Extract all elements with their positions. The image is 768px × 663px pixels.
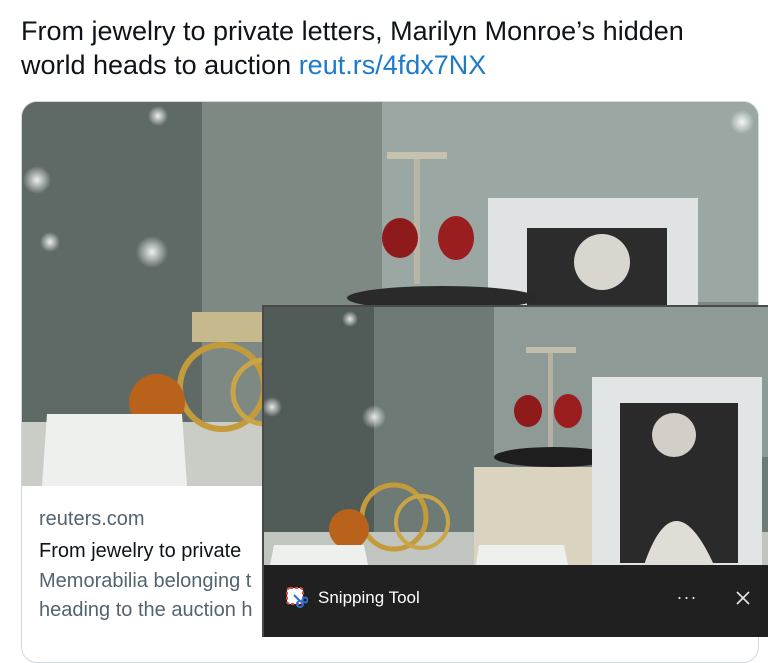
snip-notification-bar: Snipping Tool ··· bbox=[264, 565, 768, 637]
close-icon[interactable] bbox=[728, 583, 758, 613]
snipping-tool-icon bbox=[286, 587, 308, 608]
snipping-tool-window[interactable]: Snipping Tool ··· bbox=[262, 305, 768, 637]
tweet-link[interactable]: reut.rs/4fdx7NX bbox=[299, 50, 487, 80]
snip-photo bbox=[264, 307, 768, 565]
snip-preview-image[interactable] bbox=[264, 307, 768, 565]
more-options-button[interactable]: ··· bbox=[672, 583, 702, 613]
snipping-tool-title: Snipping Tool bbox=[318, 588, 420, 607]
tweet-text: From jewelry to private letters, Marilyn… bbox=[21, 14, 741, 82]
